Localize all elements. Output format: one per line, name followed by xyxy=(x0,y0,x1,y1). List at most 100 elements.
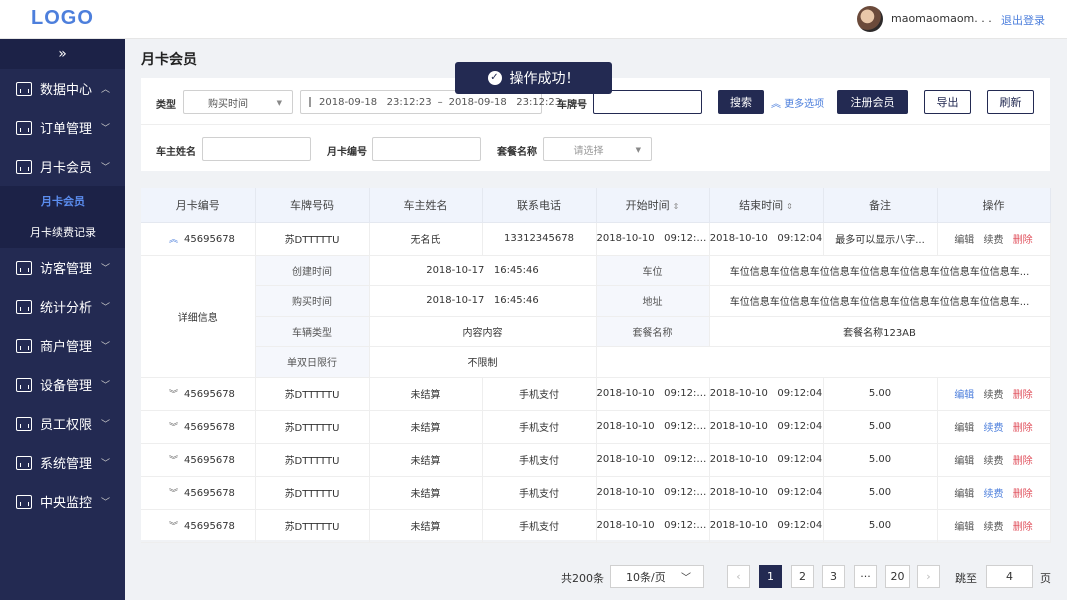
chevron-down-icon: ﹀ xyxy=(100,459,110,469)
space-label: 车位 xyxy=(596,255,710,286)
card-input[interactable] xyxy=(372,137,481,161)
chevron-down-icon: ﹀ xyxy=(681,573,691,584)
delete-link[interactable]: 删除 xyxy=(1013,390,1033,401)
expand-row-icon[interactable]: ︾ xyxy=(169,489,178,499)
actions-cell: 编辑 续费 删除 xyxy=(937,476,1051,510)
edit-link[interactable]: 编辑 xyxy=(954,423,974,434)
collapse-icon[interactable]: » xyxy=(0,39,125,69)
sidebar-subitem-monthly-members[interactable]: 月卡会员 xyxy=(0,186,125,217)
sidebar-item-data-center[interactable]: 数据中心 ︿ xyxy=(0,69,125,108)
expand-row-icon[interactable]: ︾ xyxy=(169,423,178,433)
renew-link[interactable]: 续费 xyxy=(984,489,1004,500)
delete-link[interactable]: 删除 xyxy=(1013,456,1033,467)
collapse-row-icon[interactable]: ︽ xyxy=(169,235,178,245)
sidebar-item-staff[interactable]: 员工权限 ﹀ xyxy=(0,404,125,443)
renew-link[interactable]: 续费 xyxy=(984,390,1004,401)
delete-link[interactable]: 删除 xyxy=(1013,489,1033,500)
sidebar-item-label: 月卡会员 xyxy=(40,161,93,176)
page-button-2[interactable]: 2 xyxy=(791,565,814,588)
sidebar-item-merchants[interactable]: 商户管理 ﹀ xyxy=(0,326,125,365)
page-ellipsis[interactable]: ··· xyxy=(854,565,877,588)
package-select[interactable]: 请选择 ▼ xyxy=(543,137,652,161)
renew-link[interactable]: 续费 xyxy=(984,456,1004,467)
card-no-cell: ︾ 45695678 xyxy=(141,410,256,444)
username[interactable]: maomaomaom. . . xyxy=(891,12,992,25)
sort-icon[interactable]: ⇕ xyxy=(673,202,680,211)
col-start-time[interactable]: 开始时间 ⇕ xyxy=(596,188,710,223)
renew-link[interactable]: 续费 xyxy=(984,235,1004,246)
renew-link[interactable]: 续费 xyxy=(984,522,1004,533)
delete-link[interactable]: 删除 xyxy=(1013,522,1033,533)
col-remark: 备注 xyxy=(823,188,938,223)
next-page-button[interactable]: › xyxy=(917,565,940,588)
avatar[interactable] xyxy=(857,6,883,32)
staff-icon xyxy=(16,416,32,431)
phone-cell: 手机支付 xyxy=(482,509,597,543)
sidebar-item-monitor[interactable]: 中央监控 ﹀ xyxy=(0,482,125,521)
calendar-icon xyxy=(309,97,311,107)
type-select[interactable]: 购买时间 ▼ xyxy=(183,90,293,114)
start-time-cell: 2018-10-10 09:12:04 xyxy=(596,222,710,256)
edit-link[interactable]: 编辑 xyxy=(954,489,974,500)
merchant-icon xyxy=(16,338,32,353)
logout-link[interactable]: 退出登录 xyxy=(1001,12,1045,28)
register-member-button[interactable]: 注册会员 xyxy=(837,90,908,114)
sidebar-item-orders[interactable]: 订单管理 ﹀ xyxy=(0,108,125,147)
page-suffix: 页 xyxy=(1040,572,1051,585)
edit-link[interactable]: 编辑 xyxy=(954,390,974,401)
sidebar-item-stats[interactable]: 统计分析 ﹀ xyxy=(0,287,125,326)
page-button-20[interactable]: 20 xyxy=(885,565,910,588)
address-label: 地址 xyxy=(596,285,710,317)
sidebar-item-label: 订单管理 xyxy=(40,122,93,137)
goto-page-input[interactable]: 4 xyxy=(986,565,1033,588)
detail-row: 详细信息 创建时间 2018-10-17 16:45:46 车位 车位信息车位信… xyxy=(141,255,1051,378)
detail-row: 单双日限行 不限制 xyxy=(141,346,1051,378)
col-plate: 车牌号码 xyxy=(255,188,370,223)
start-time-cell: 2018-10-10 09:12:04 xyxy=(596,509,710,543)
prev-page-button[interactable]: ‹ xyxy=(727,565,750,588)
table-row: ︾ 45695678 苏DTTTTTU 未结算 手机支付 2018-10-10 0… xyxy=(141,377,1051,411)
date-start: 2018-09-18 23:12:23 xyxy=(319,96,432,108)
table-row: ︾ 45695678 苏DTTTTTU 未结算 手机支付 2018-10-10 0… xyxy=(141,476,1051,510)
more-options-link[interactable]: ︽ 更多选项 xyxy=(771,95,824,110)
remark-cell: 5.00 xyxy=(823,509,938,543)
delete-link[interactable]: 删除 xyxy=(1013,423,1033,434)
edit-link[interactable]: 编辑 xyxy=(954,235,974,246)
order-icon xyxy=(16,120,32,135)
actions-cell: 编辑 续费 删除 xyxy=(937,410,1051,444)
remark-cell: 5.00 xyxy=(823,443,938,477)
col-end-time[interactable]: 结束时间 ⇕ xyxy=(709,188,824,223)
sidebar-item-system[interactable]: 系统管理 ﹀ xyxy=(0,443,125,482)
edit-link[interactable]: 编辑 xyxy=(954,456,974,467)
sidebar-item-monthly-card[interactable]: 月卡会员 ﹀ xyxy=(0,147,125,186)
expand-row-icon[interactable]: ︾ xyxy=(169,456,178,466)
page-button-1[interactable]: 1 xyxy=(759,565,782,588)
sidebar-item-devices[interactable]: 设备管理 ﹀ xyxy=(0,365,125,404)
sidebar-subitem-renewal-records[interactable]: 月卡续费记录 xyxy=(0,217,125,248)
expand-row-icon[interactable]: ︾ xyxy=(169,390,178,400)
caret-down-icon: ▼ xyxy=(276,99,282,107)
sidebar-item-visitors[interactable]: 访客管理 ﹀ xyxy=(0,248,125,287)
remark-cell: 5.00 xyxy=(823,410,938,444)
owner-cell: 未结算 xyxy=(369,410,483,444)
search-button[interactable]: 搜索 xyxy=(718,90,764,114)
refresh-button[interactable]: 刷新 xyxy=(987,90,1034,114)
start-time-cell: 2018-10-10 09:12:04 xyxy=(596,410,710,444)
start-time-cell: 2018-10-10 09:12:04 xyxy=(596,377,710,411)
delete-link[interactable]: 删除 xyxy=(1013,235,1033,246)
page-size-select[interactable]: 10条/页 ﹀ xyxy=(610,565,704,588)
sort-icon[interactable]: ⇕ xyxy=(786,202,793,211)
phone-cell: 手机支付 xyxy=(482,443,597,477)
page-button-3[interactable]: 3 xyxy=(822,565,845,588)
chevron-down-icon: ﹀ xyxy=(100,381,110,391)
chevron-down-icon: ﹀ xyxy=(100,163,110,173)
edit-link[interactable]: 编辑 xyxy=(954,522,974,533)
export-button[interactable]: 导出 xyxy=(924,90,971,114)
owner-cell: 未结算 xyxy=(369,509,483,543)
space-value: 车位信息车位信息车位信息车位信息车位信息车位信息车位信息车... xyxy=(709,255,1051,286)
expand-row-icon[interactable]: ︾ xyxy=(169,522,178,532)
owner-input[interactable] xyxy=(202,137,311,161)
renew-link[interactable]: 续费 xyxy=(984,423,1004,434)
toast-text: 操作成功！ xyxy=(509,71,580,87)
phone-cell: 13312345678 xyxy=(482,222,597,256)
